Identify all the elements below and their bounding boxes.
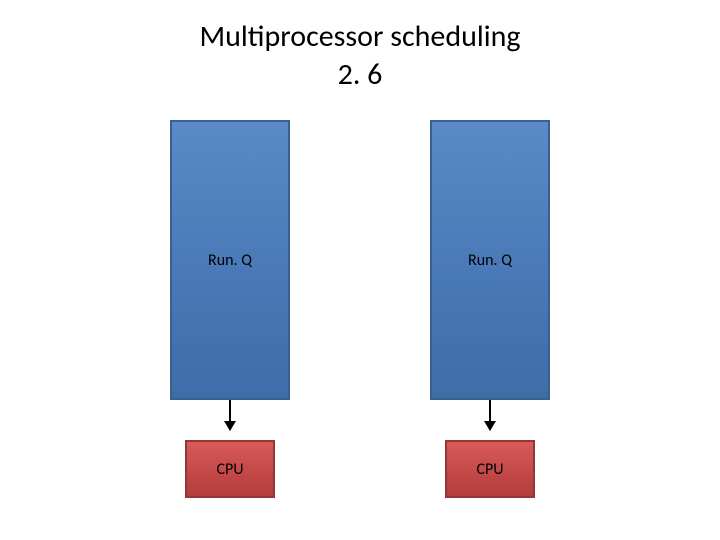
arrow-1	[489, 400, 491, 430]
run-queue-0-label: Run. Q	[208, 251, 252, 270]
run-queue-0: Run. Q	[170, 120, 290, 400]
cpu-1-label: CPU	[476, 460, 503, 479]
cpu-1: CPU	[445, 440, 535, 498]
run-queue-1: Run. Q	[430, 120, 550, 400]
arrow-0	[229, 400, 231, 430]
slide-title: Multiprocessor scheduling 2. 6	[0, 18, 720, 93]
run-queue-1-label: Run. Q	[468, 251, 512, 270]
cpu-0: CPU	[185, 440, 275, 498]
title-line-2: 2. 6	[338, 56, 383, 93]
title-line-1: Multiprocessor scheduling	[200, 18, 521, 55]
cpu-0-label: CPU	[216, 460, 243, 479]
